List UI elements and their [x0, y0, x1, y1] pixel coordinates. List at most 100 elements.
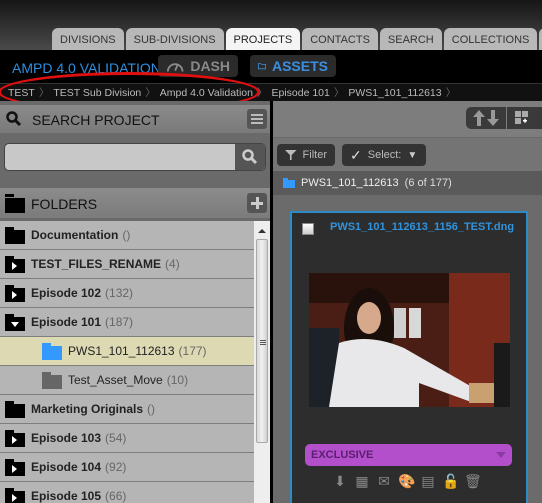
add-to-collection-icon[interactable]: ▦: [354, 473, 370, 489]
folder-expanded-icon[interactable]: [5, 313, 25, 331]
folder-count: (54): [105, 431, 127, 445]
filter-label: Filter: [302, 149, 327, 161]
tab-projects[interactable]: PROJECTS: [225, 28, 301, 50]
asset-thumbnail[interactable]: [309, 273, 510, 407]
folder-count: (66): [105, 489, 127, 503]
folder-icon: [5, 194, 25, 213]
menu-button[interactable]: [247, 109, 267, 129]
dash-button[interactable]: DASH: [158, 55, 238, 77]
assets-label: ASSETS: [271, 58, 328, 74]
plus-icon: [251, 197, 263, 209]
scroll-thumb[interactable]: [256, 239, 268, 443]
folder-row[interactable]: Documentation(): [0, 221, 254, 250]
folder-name: TEST_FILES_RENAME: [31, 257, 162, 271]
folder-row[interactable]: Episode 102 (132): [0, 279, 254, 308]
current-folder-name: PWS1_101_112613: [301, 177, 399, 189]
tab-sub-divisions[interactable]: SUB-DIVISIONS: [125, 28, 224, 50]
tab-contacts[interactable]: CONTACTS: [302, 28, 378, 50]
folder-row[interactable]: Episode 103 (54): [0, 424, 254, 453]
asset-toolbar: Filter ✓ Select: ▼: [273, 138, 542, 171]
folder-collapsed-icon[interactable]: [5, 284, 25, 302]
folder-collapsed-icon[interactable]: [5, 429, 25, 447]
tab-search[interactable]: SEARCH: [379, 28, 442, 50]
hamburger-icon: [251, 114, 263, 124]
breadcrumb-separator: 〉: [38, 87, 50, 99]
search-icon: [6, 111, 22, 127]
blue-folder-icon: [283, 178, 295, 188]
folder-row[interactable]: Episode 105 (66): [0, 482, 254, 503]
search-input[interactable]: [5, 144, 237, 170]
breadcrumb-separator: 〉: [445, 87, 457, 99]
download-icon[interactable]: ⬇: [332, 473, 348, 489]
notes-icon[interactable]: ▤: [420, 473, 436, 489]
checkmark-icon: ✓: [350, 146, 362, 163]
folder-scrollbar[interactable]: [254, 221, 270, 503]
add-folder-button[interactable]: [247, 193, 267, 213]
asset-checkbox[interactable]: [302, 223, 314, 235]
rights-dropdown[interactable]: EXCLUSIVE: [305, 444, 512, 466]
main-tabs: DIVISIONS SUB-DIVISIONS PROJECTS CONTACT…: [52, 28, 542, 50]
folder-name: Test_Asset_Move: [68, 373, 163, 387]
folder-collapsed-icon[interactable]: [5, 255, 25, 273]
view-controls: [273, 101, 542, 137]
search-submit-button[interactable]: [235, 144, 265, 170]
asset-card[interactable]: PWS1_101_112613_1156_TEST.dng EXCLUSIVE …: [290, 211, 528, 503]
breadcrumb-item[interactable]: PWS1_101_112613: [348, 87, 445, 99]
folder-name: Marketing Originals: [31, 402, 144, 416]
folder-name: Documentation: [31, 228, 119, 242]
left-panel: SEARCH PROJECT FOLDERS Documentation() TE…: [0, 101, 270, 503]
breadcrumb-item[interactable]: Ampd 4.0 Validation: [160, 87, 257, 99]
tab-divisions[interactable]: DIVISIONS: [52, 28, 124, 50]
search-field: [4, 143, 266, 171]
folder-name: Episode 101: [31, 315, 102, 329]
palette-icon[interactable]: 🎨: [398, 473, 415, 489]
folder-count: (): [147, 402, 156, 416]
funnel-icon: [285, 150, 297, 160]
breadcrumb-item[interactable]: TEST: [8, 87, 39, 99]
app-root: DIVISIONS SUB-DIVISIONS PROJECTS CONTACT…: [0, 0, 542, 503]
breadcrumb-item[interactable]: Episode 101: [271, 87, 333, 99]
scroll-up-icon[interactable]: [258, 229, 266, 233]
filter-button[interactable]: Filter: [277, 144, 335, 166]
blue-folder-icon: [42, 342, 62, 360]
folder-count: (): [122, 228, 131, 242]
add-to-collection-button[interactable]: [507, 107, 542, 129]
asset-filename[interactable]: PWS1_101_112613_1156_TEST.dng: [330, 221, 514, 233]
breadcrumb-separator: 〉: [256, 87, 268, 99]
folder-row[interactable]: Marketing Originals(): [0, 395, 254, 424]
chevron-down-icon: [496, 452, 506, 458]
folder-collapsed-icon[interactable]: [5, 458, 25, 476]
grip-icon: [260, 340, 266, 341]
project-title[interactable]: AMPD 4.0 VALIDATION: [12, 60, 161, 76]
sort-button[interactable]: [466, 107, 506, 129]
assets-button[interactable]: ASSETS: [250, 55, 336, 77]
folder-row[interactable]: Episode 101 (187): [0, 308, 254, 337]
folder-count: (4): [165, 257, 180, 271]
top-header: DIVISIONS SUB-DIVISIONS PROJECTS CONTACT…: [0, 0, 542, 50]
folder-icon: [5, 226, 25, 244]
folder-row[interactable]: PWS1_101_112613 (177): [0, 337, 254, 366]
gauge-icon: [166, 63, 184, 72]
project-bar: AMPD 4.0 VALIDATION DASH ASSETS: [0, 50, 542, 83]
trash-icon[interactable]: 🗑: [464, 473, 482, 489]
gray-folder-icon: [42, 371, 62, 389]
grid-plus-icon: [515, 111, 528, 124]
right-panel: Filter ✓ Select: ▼ PWS1_101_112613 (6 of…: [273, 101, 542, 503]
folder-row[interactable]: Episode 104 (92): [0, 453, 254, 482]
folder-count: (187): [105, 315, 134, 329]
folder-name: Episode 102: [31, 286, 102, 300]
tab-collections[interactable]: COLLECTIONS: [443, 28, 538, 50]
folder-count: (177): [178, 344, 207, 358]
select-dropdown[interactable]: ✓ Select: ▼: [342, 144, 426, 166]
email-icon[interactable]: ✉: [376, 473, 392, 489]
unlock-icon[interactable]: 🔓: [442, 473, 459, 489]
folder-row[interactable]: TEST_FILES_RENAME (4): [0, 250, 254, 279]
folder-collapsed-icon[interactable]: [5, 487, 25, 503]
breadcrumb-item[interactable]: TEST Sub Division: [53, 87, 145, 99]
folders-title: FOLDERS: [31, 196, 98, 212]
folder-icon: [5, 400, 25, 418]
folders-header: FOLDERS: [0, 188, 270, 218]
chevron-down-icon: ▼: [407, 149, 418, 161]
folder-name: Episode 103: [31, 431, 102, 445]
folder-row[interactable]: Test_Asset_Move (10): [0, 366, 254, 395]
